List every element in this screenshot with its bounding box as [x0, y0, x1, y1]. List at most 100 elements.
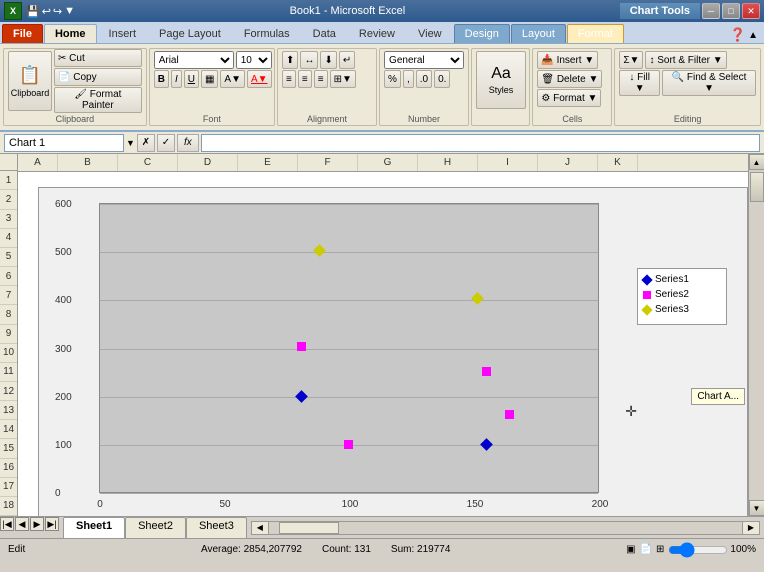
- scroll-right-button[interactable]: ▶: [742, 521, 760, 535]
- last-sheet-button[interactable]: ▶|: [45, 517, 59, 531]
- row-10: 10: [0, 344, 17, 363]
- underline-button[interactable]: U: [184, 70, 199, 88]
- align-middle-button[interactable]: ↔: [300, 51, 318, 69]
- fill-button[interactable]: ↓ Fill ▼: [619, 70, 660, 96]
- insert-cells-button[interactable]: 📥 Insert ▼: [537, 51, 598, 69]
- find-select-button[interactable]: 🔍 Find & Select ▼: [662, 70, 756, 96]
- tab-page-layout[interactable]: Page Layout: [148, 24, 232, 43]
- tab-home[interactable]: Home: [44, 24, 97, 43]
- align-center-button[interactable]: ≡: [298, 70, 312, 88]
- sort-filter-button[interactable]: ↕ Sort & Filter ▼: [645, 51, 726, 69]
- autosum-button[interactable]: Σ▼: [619, 51, 643, 69]
- col-D[interactable]: D: [178, 154, 238, 171]
- styles-button[interactable]: Aa Styles: [476, 51, 526, 109]
- view-page-break-icon[interactable]: ⊞: [656, 544, 664, 555]
- font-size-select[interactable]: 10: [236, 51, 272, 69]
- legend-series3-label: Series3: [655, 304, 689, 315]
- tab-layout[interactable]: Layout: [511, 24, 566, 43]
- col-K[interactable]: K: [598, 154, 638, 171]
- next-sheet-button[interactable]: ▶: [30, 517, 44, 531]
- restore-button[interactable]: □: [722, 3, 740, 19]
- col-G[interactable]: G: [358, 154, 418, 171]
- paste-icon: 📋: [19, 65, 41, 86]
- tab-view[interactable]: View: [407, 24, 453, 43]
- tab-design[interactable]: Design: [454, 24, 510, 43]
- merge-button[interactable]: ⊞▼: [330, 70, 356, 88]
- col-E[interactable]: E: [238, 154, 298, 171]
- vertical-scrollbar[interactable]: ▲ ▼: [748, 154, 764, 516]
- close-button[interactable]: ✕: [742, 3, 760, 19]
- gridline-400: [100, 300, 598, 301]
- comma-button[interactable]: ,: [403, 70, 414, 88]
- view-normal-icon[interactable]: ▣: [626, 544, 635, 555]
- fill-color-button[interactable]: A▼: [220, 70, 245, 88]
- h-scrollbar[interactable]: ◀ ▶: [247, 517, 764, 538]
- text-wrap-button[interactable]: ↵: [339, 51, 355, 69]
- increase-decimal-button[interactable]: .0: [416, 70, 432, 88]
- number-format-select[interactable]: General: [384, 51, 464, 69]
- scroll-track[interactable]: [749, 170, 764, 500]
- tab-review[interactable]: Review: [348, 24, 406, 43]
- sheet-tab-sheet3[interactable]: Sheet3: [186, 517, 247, 538]
- row-17: 17: [0, 478, 17, 497]
- bold-button[interactable]: B: [154, 70, 169, 88]
- sheet-tab-sheet2[interactable]: Sheet2: [125, 517, 186, 538]
- h-scroll-thumb[interactable]: [279, 522, 339, 534]
- col-I[interactable]: I: [478, 154, 538, 171]
- format-painter-button[interactable]: 🖌 Format Painter: [54, 87, 142, 113]
- border-button[interactable]: ▦: [201, 70, 218, 88]
- legend-series1: Series1: [643, 274, 721, 285]
- delete-cells-button[interactable]: 🗑 Delete ▼: [537, 70, 602, 88]
- copy-button[interactable]: 📄 Copy: [54, 68, 142, 86]
- chart-container[interactable]: 600 500 400 300 200 100 0 0 50 100 150 2…: [38, 187, 748, 516]
- tab-formulas[interactable]: Formulas: [233, 24, 301, 43]
- col-A[interactable]: A: [18, 154, 58, 171]
- confirm-formula-button[interactable]: ✓: [157, 134, 175, 152]
- expand-icon[interactable]: ▼: [126, 138, 135, 148]
- scroll-thumb[interactable]: [750, 172, 764, 202]
- help-icon[interactable]: ❓: [730, 27, 746, 43]
- prev-sheet-button[interactable]: ◀: [15, 517, 29, 531]
- tab-format[interactable]: Format: [567, 24, 624, 43]
- col-C[interactable]: C: [118, 154, 178, 171]
- tab-data[interactable]: Data: [302, 24, 347, 43]
- paste-button[interactable]: 📋 Clipboard: [8, 51, 52, 111]
- h-scroll-track[interactable]: [269, 521, 742, 535]
- scroll-up-button[interactable]: ▲: [749, 154, 764, 170]
- decrease-decimal-button[interactable]: 0.: [434, 70, 450, 88]
- col-B[interactable]: B: [58, 154, 118, 171]
- format-cells-button[interactable]: ⚙ Format ▼: [537, 89, 601, 107]
- view-layout-icon[interactable]: 📄: [640, 544, 652, 555]
- name-box[interactable]: [4, 134, 124, 152]
- tab-insert[interactable]: Insert: [98, 24, 148, 43]
- minimize-button[interactable]: ─: [702, 3, 720, 19]
- font-color-button[interactable]: A▼: [247, 70, 272, 88]
- font-name-select[interactable]: Arial: [154, 51, 234, 69]
- align-bottom-button[interactable]: ⬇: [320, 51, 336, 69]
- y-label-500: 500: [55, 247, 72, 258]
- cut-button[interactable]: ✂ Cut: [54, 49, 142, 67]
- col-F[interactable]: F: [298, 154, 358, 171]
- col-J[interactable]: J: [538, 154, 598, 171]
- number-label: Number: [380, 114, 468, 124]
- percent-button[interactable]: %: [384, 70, 401, 88]
- align-left-button[interactable]: ≡: [282, 70, 296, 88]
- align-top-button[interactable]: ⬆: [282, 51, 298, 69]
- scroll-down-button[interactable]: ▼: [749, 500, 764, 516]
- first-sheet-button[interactable]: |◀: [0, 517, 14, 531]
- col-H[interactable]: H: [418, 154, 478, 171]
- alignment-group: ⬆ ↔ ⬇ ↵ ≡ ≡ ≡ ⊞▼ Alignment: [277, 48, 377, 126]
- row-1: 1: [0, 171, 17, 190]
- cell-area[interactable]: 600 500 400 300 200 100 0 0 50 100 150 2…: [18, 172, 748, 516]
- cancel-formula-button[interactable]: ✗: [137, 134, 155, 152]
- align-right-button[interactable]: ≡: [314, 70, 328, 88]
- legend-series3-icon: [641, 304, 652, 315]
- italic-button[interactable]: I: [171, 70, 182, 88]
- formula-input[interactable]: [201, 134, 760, 152]
- ribbon-collapse-icon[interactable]: ▲: [748, 30, 758, 41]
- fx-button[interactable]: fx: [177, 134, 199, 152]
- sheet-tab-sheet1[interactable]: Sheet1: [63, 517, 125, 538]
- zoom-slider[interactable]: [668, 544, 728, 556]
- file-tab[interactable]: File: [2, 24, 43, 43]
- scroll-left-button[interactable]: ◀: [251, 521, 269, 535]
